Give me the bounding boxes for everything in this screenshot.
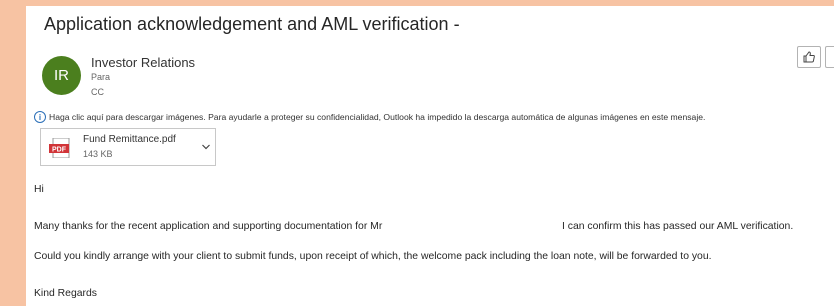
more-actions-button[interactable]	[825, 46, 834, 68]
attachment-name: Fund Remittance.pdf	[83, 134, 176, 145]
blocked-images-text: Haga clic aquí para descargar imágenes. …	[49, 112, 706, 122]
thumbs-up-icon	[803, 51, 815, 63]
body-greeting: Hi	[34, 184, 44, 195]
body-line-1-confirmation: I can confirm this has passed our AML ve…	[562, 221, 794, 232]
body-signoff: Kind Regards	[34, 288, 97, 299]
info-icon: i	[34, 111, 46, 123]
cc-recipients-label[interactable]: CC	[91, 87, 104, 97]
pdf-icon: PDF	[49, 138, 70, 158]
sender-avatar[interactable]: IR	[42, 56, 81, 95]
to-recipients-label[interactable]: Para	[91, 72, 110, 82]
email-subject: Application acknowledgement and AML veri…	[44, 14, 460, 34]
sender-name[interactable]: Investor Relations	[91, 55, 195, 70]
attachment-card[interactable]: PDF Fund Remittance.pdf 143 KB	[40, 128, 216, 166]
chevron-down-icon[interactable]	[201, 142, 211, 152]
body-line-1: Many thanks for the recent application a…	[34, 221, 383, 232]
blocked-images-notice[interactable]: i Haga clic aquí para descargar imágenes…	[34, 111, 705, 123]
attachment-size: 143 KB	[83, 149, 113, 159]
email-reading-pane: Application acknowledgement and AML veri…	[26, 6, 834, 306]
message-actions	[797, 46, 834, 68]
avatar-initials: IR	[54, 67, 69, 84]
body-line-2: Could you kindly arrange with your clien…	[34, 251, 712, 262]
like-button[interactable]	[797, 46, 821, 68]
svg-text:PDF: PDF	[52, 147, 67, 154]
